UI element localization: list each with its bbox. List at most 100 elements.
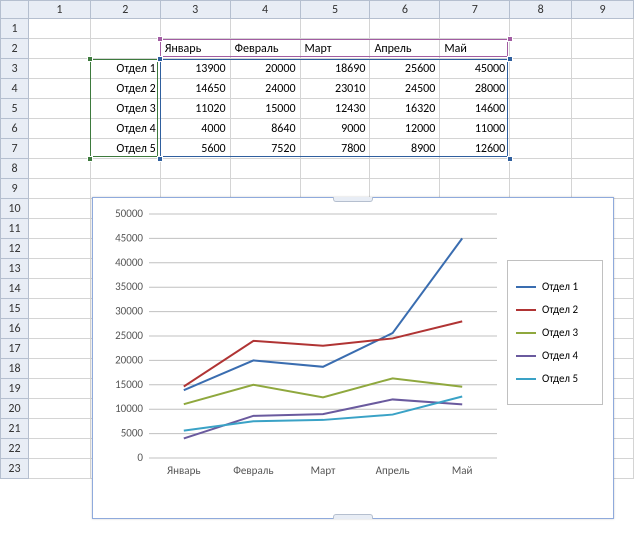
row-header[interactable]: 9 [1, 179, 29, 199]
table-value[interactable]: 14650 [160, 79, 230, 99]
table-value[interactable]: 4000 [160, 119, 230, 139]
cell[interactable] [572, 139, 634, 159]
col-header[interactable]: 3 [160, 1, 230, 19]
cell[interactable] [28, 99, 90, 119]
row-header[interactable]: 20 [1, 399, 29, 419]
table-value[interactable]: 45000 [440, 59, 510, 79]
cell[interactable] [370, 159, 440, 179]
table-value[interactable]: 15000 [230, 99, 300, 119]
row-header[interactable]: 19 [1, 379, 29, 399]
cell[interactable] [28, 139, 90, 159]
cell[interactable] [510, 139, 572, 159]
cell[interactable] [440, 179, 510, 199]
cell[interactable] [572, 119, 634, 139]
row-header[interactable]: 16 [1, 319, 29, 339]
table-value[interactable]: 7520 [230, 139, 300, 159]
table-value[interactable]: 5600 [160, 139, 230, 159]
row-header[interactable]: 15 [1, 299, 29, 319]
table-value[interactable]: 8640 [230, 119, 300, 139]
cell[interactable] [510, 39, 572, 59]
cell[interactable] [572, 59, 634, 79]
table-value[interactable]: 11020 [160, 99, 230, 119]
cell[interactable] [440, 159, 510, 179]
row-header[interactable]: 12 [1, 239, 29, 259]
cell[interactable] [370, 179, 440, 199]
cell[interactable] [572, 99, 634, 119]
row-header[interactable]: 13 [1, 259, 29, 279]
chart-object[interactable]: 0500010000150002000025000300003500040000… [92, 197, 614, 519]
table-col-label[interactable]: Май [440, 39, 510, 59]
table-value[interactable]: 18690 [300, 59, 370, 79]
cell[interactable] [160, 159, 230, 179]
row-header[interactable]: 21 [1, 419, 29, 439]
cell[interactable] [300, 19, 370, 39]
table-value[interactable]: 24500 [370, 79, 440, 99]
cell[interactable] [28, 359, 90, 379]
legend-item[interactable]: Отдел 3 [516, 321, 594, 344]
cell[interactable] [90, 159, 160, 179]
cell[interactable] [28, 419, 90, 439]
cell[interactable] [28, 259, 90, 279]
table-value[interactable]: 14600 [440, 99, 510, 119]
table-value[interactable]: 23010 [300, 79, 370, 99]
series-line[interactable] [184, 378, 462, 404]
cell[interactable] [510, 99, 572, 119]
cell[interactable] [28, 299, 90, 319]
row-header[interactable]: 4 [1, 79, 29, 99]
row-header[interactable]: 6 [1, 119, 29, 139]
row-header[interactable]: 22 [1, 439, 29, 459]
cell[interactable] [572, 159, 634, 179]
table-row-label[interactable]: Отдел 1 [90, 59, 160, 79]
col-header[interactable]: 9 [572, 1, 634, 19]
cell[interactable] [230, 19, 300, 39]
table-col-label[interactable]: Февраль [230, 39, 300, 59]
cell[interactable] [28, 279, 90, 299]
chart-resize-top[interactable] [333, 197, 373, 202]
table-value[interactable]: 12430 [300, 99, 370, 119]
row-header[interactable]: 3 [1, 59, 29, 79]
cell[interactable] [572, 39, 634, 59]
table-value[interactable]: 28000 [440, 79, 510, 99]
table-value[interactable]: 8900 [370, 139, 440, 159]
table-col-label[interactable]: Март [300, 39, 370, 59]
cell[interactable] [28, 199, 90, 219]
cell[interactable] [28, 239, 90, 259]
col-header[interactable]: 5 [300, 1, 370, 19]
col-header[interactable]: 6 [370, 1, 440, 19]
table-value[interactable]: 24000 [230, 79, 300, 99]
legend-item[interactable]: Отдел 5 [516, 367, 594, 390]
cell[interactable] [160, 19, 230, 39]
cell[interactable] [440, 19, 510, 39]
series-line[interactable] [184, 321, 462, 386]
row-header[interactable]: 18 [1, 359, 29, 379]
row-header[interactable]: 7 [1, 139, 29, 159]
row-header[interactable]: 14 [1, 279, 29, 299]
legend-item[interactable]: Отдел 4 [516, 344, 594, 367]
cell[interactable] [28, 319, 90, 339]
cell[interactable] [510, 119, 572, 139]
cell[interactable] [90, 179, 160, 199]
row-header[interactable]: 17 [1, 339, 29, 359]
cell[interactable] [28, 39, 90, 59]
cell[interactable] [300, 159, 370, 179]
col-header[interactable]: 4 [230, 1, 300, 19]
cell[interactable] [510, 179, 572, 199]
row-header[interactable]: 10 [1, 199, 29, 219]
cell[interactable] [28, 439, 90, 459]
table-row-label[interactable]: Отдел 5 [90, 139, 160, 159]
cell[interactable] [90, 19, 160, 39]
table-value[interactable]: 25600 [370, 59, 440, 79]
cell[interactable] [28, 19, 90, 39]
table-col-label[interactable]: Апрель [370, 39, 440, 59]
plot-area[interactable]: 0500010000150002000025000300003500040000… [149, 210, 501, 478]
table-value[interactable]: 13900 [160, 59, 230, 79]
cell[interactable] [28, 399, 90, 419]
cell[interactable] [28, 379, 90, 399]
cell[interactable] [230, 179, 300, 199]
table-value[interactable]: 12000 [370, 119, 440, 139]
cell[interactable] [28, 79, 90, 99]
chart-legend[interactable]: Отдел 1Отдел 2Отдел 3Отдел 4Отдел 5 [507, 260, 603, 405]
row-header[interactable]: 2 [1, 39, 29, 59]
cell[interactable] [28, 339, 90, 359]
row-header[interactable]: 1 [1, 19, 29, 39]
